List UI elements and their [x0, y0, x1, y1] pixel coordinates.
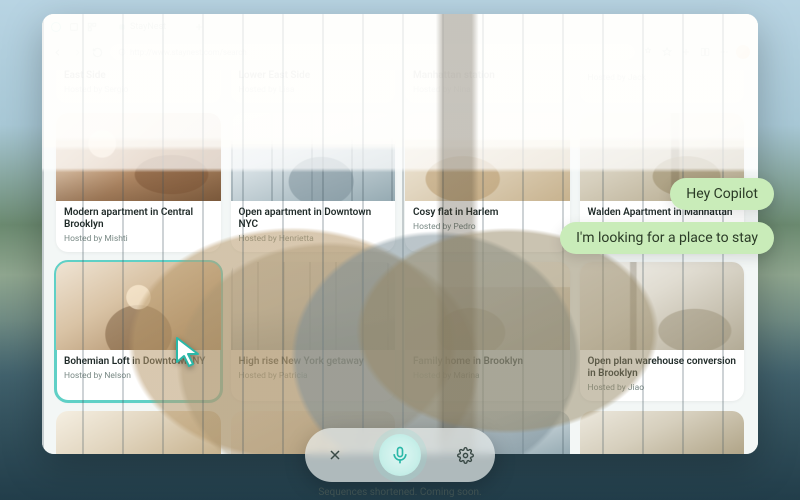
- copilot-bubble: Hey Copilot: [670, 178, 774, 210]
- close-voice-button[interactable]: [319, 439, 351, 471]
- copilot-voice-bar: [305, 428, 495, 482]
- desktop-background: StayNest + http://www.staynest.com/searc…: [0, 0, 800, 500]
- gear-icon: [457, 447, 474, 464]
- listing-card[interactable]: [580, 411, 745, 454]
- page-content[interactable]: East Side Hosted by Sergio Lower East Si…: [42, 64, 758, 454]
- disclaimer-text: Sequences shortened. Coming soon.: [318, 487, 481, 498]
- microphone-icon: [390, 445, 410, 465]
- cursor-icon: [174, 336, 204, 370]
- microphone-button[interactable]: [379, 434, 421, 476]
- voice-settings-button[interactable]: [449, 439, 481, 471]
- copilot-bubble: I'm looking for a place to stay: [560, 222, 774, 254]
